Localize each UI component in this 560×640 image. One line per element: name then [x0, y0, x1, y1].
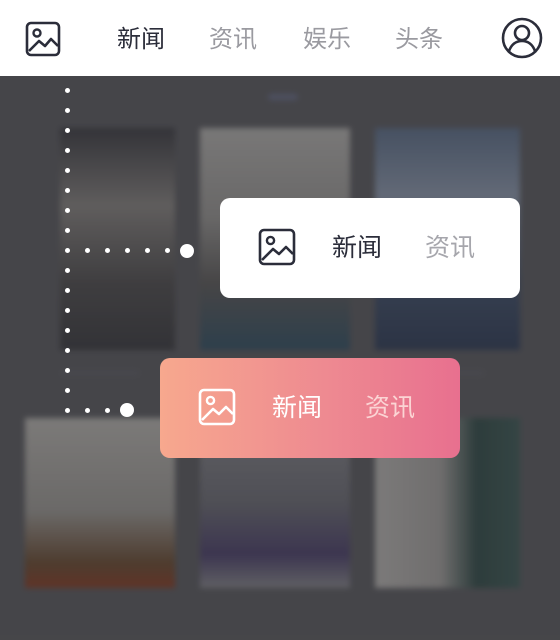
top-nav-bar: 新闻 资讯 娱乐 头条: [0, 0, 560, 76]
tab-info[interactable]: 资讯: [425, 230, 475, 266]
tab-bar-card-white: 新闻 资讯: [220, 198, 520, 298]
tab-news[interactable]: 新闻: [117, 22, 165, 56]
tab-entertainment[interactable]: 娱乐: [303, 22, 351, 56]
image-icon[interactable]: [258, 228, 296, 266]
tab-news[interactable]: 新闻: [272, 390, 322, 426]
user-avatar-icon[interactable]: [501, 17, 543, 59]
image-icon[interactable]: [25, 21, 61, 57]
tab-news[interactable]: 新闻: [332, 230, 382, 266]
tab-info[interactable]: 资讯: [209, 22, 257, 56]
tab-info[interactable]: 资讯: [365, 390, 415, 426]
tab-headlines[interactable]: 头条: [395, 22, 443, 56]
tab-bar-card-gradient: 新闻 资讯: [160, 358, 460, 458]
image-icon[interactable]: [198, 388, 236, 426]
